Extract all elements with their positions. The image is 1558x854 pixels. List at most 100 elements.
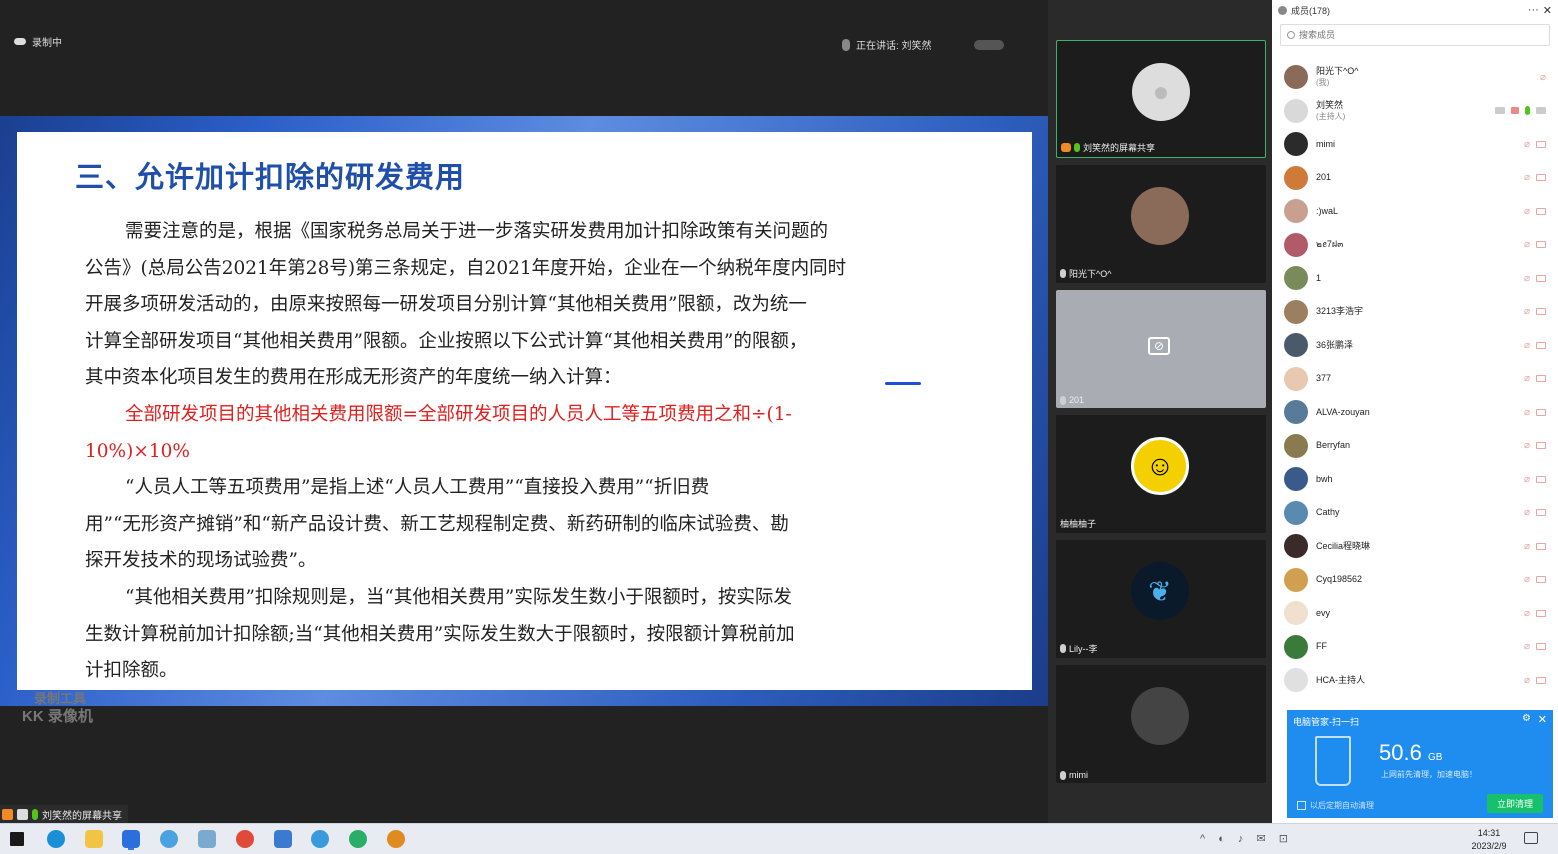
- member-status-icons: ⌀: [1524, 641, 1546, 652]
- mic-off-icon[interactable]: ⌀: [1524, 440, 1530, 451]
- mic-off-icon[interactable]: ⌀: [1524, 541, 1530, 552]
- member-row[interactable]: 36张鹏泽 ⌀: [1284, 330, 1550, 360]
- clean-now-button[interactable]: 立即清理: [1486, 794, 1543, 813]
- member-row[interactable]: 阳光下^O^ (我) ⌀: [1284, 62, 1550, 92]
- search-input[interactable]: [1299, 30, 1499, 40]
- mic-off-icon[interactable]: ⌀: [1524, 340, 1530, 351]
- meeting-app-icon[interactable]: [122, 830, 140, 848]
- member-row[interactable]: FF ⌀: [1284, 632, 1550, 662]
- smiley-avatar: ☺: [1131, 437, 1189, 495]
- mic-icon: [842, 38, 850, 51]
- camera-off-icon[interactable]: [1536, 609, 1546, 617]
- mic-off-icon[interactable]: ⌀: [1524, 474, 1530, 485]
- tile-label: 阳光下^O^: [1060, 267, 1111, 280]
- member-name: FF: [1316, 641, 1327, 651]
- member-name: Cyq198562: [1316, 574, 1363, 584]
- camera-off-icon[interactable]: [1536, 375, 1546, 382]
- app-icon[interactable]: [198, 830, 216, 848]
- member-status-icons: ⌀: [1524, 574, 1546, 585]
- member-row[interactable]: ALVA-zouyan ⌀: [1284, 397, 1550, 427]
- video-tile[interactable]: ❦ Lily--李: [1056, 540, 1266, 658]
- avatar: [1131, 187, 1189, 245]
- member-row[interactable]: Cecilia程晓琳 ⌀: [1284, 531, 1550, 561]
- chat-icon[interactable]: [311, 830, 329, 848]
- camera-off-icon[interactable]: [1536, 207, 1546, 215]
- camera-off-icon[interactable]: [1536, 408, 1546, 416]
- share-label-text: 刘笑然的屏幕共享: [42, 810, 122, 822]
- camera-off-icon[interactable]: [1536, 174, 1546, 181]
- camera-off-icon[interactable]: [1536, 643, 1546, 650]
- member-row[interactable]: HCA-主持人 ⌀: [1284, 665, 1550, 695]
- video-tile[interactable]: ● 刘笑然的屏幕共享: [1056, 40, 1266, 158]
- camera-off-icon[interactable]: [1536, 241, 1546, 248]
- video-tile[interactable]: mimi: [1056, 665, 1266, 783]
- mic-off-icon[interactable]: ⌀: [1524, 574, 1530, 585]
- mic-off-icon[interactable]: ⌀: [1524, 273, 1530, 284]
- recording-indicator[interactable]: 录制中: [14, 34, 62, 49]
- mic-off-icon[interactable]: ⌀: [1524, 641, 1530, 652]
- slide-body: 需要注意的是，根据《国家税务总局关于进一步落实研发费用加计扣除政策有关问题的 公…: [85, 214, 975, 690]
- file-explorer-icon[interactable]: [85, 830, 103, 848]
- mic-off-icon[interactable]: ⌀: [1524, 608, 1530, 619]
- slide-line: “其他相关费用”扣除规则是，当“其他相关费用”实际发生数小于限额时，按实际发: [125, 586, 792, 608]
- mic-off-icon[interactable]: ⌀: [1524, 373, 1530, 384]
- camera-off-icon[interactable]: [1536, 509, 1546, 516]
- member-name: Cecilia程晓琳: [1316, 540, 1371, 551]
- member-row[interactable]: 1 ⌀: [1284, 263, 1550, 293]
- video-tile[interactable]: ⊘ 201: [1056, 290, 1266, 408]
- system-tray[interactable]: ^ ◐ ♪ ✉ ⊡: [1200, 832, 1293, 845]
- member-row[interactable]: ๒ꫀ7ฝ๓ ⌀: [1284, 230, 1550, 260]
- member-row[interactable]: 201 ⌀: [1284, 163, 1550, 193]
- member-row[interactable]: :)waL ⌀: [1284, 196, 1550, 226]
- speaking-label: 正在讲话: 刘笑然: [856, 41, 932, 52]
- mic-off-icon[interactable]: ⌀: [1524, 407, 1530, 418]
- browser-icon[interactable]: [160, 830, 178, 848]
- close-panel-button[interactable]: ✕: [1543, 4, 1552, 17]
- mic-off-icon[interactable]: ⌀: [1524, 306, 1530, 317]
- video-tile[interactable]: 阳光下^O^: [1056, 165, 1266, 283]
- member-row[interactable]: 377 ⌀: [1284, 364, 1550, 394]
- mic-off-icon[interactable]: ⌀: [1524, 139, 1530, 150]
- windows-start-icon[interactable]: [10, 832, 24, 846]
- camera-off-icon[interactable]: [1536, 274, 1546, 282]
- auto-clean-checkbox[interactable]: 以后定期自动清理: [1297, 800, 1374, 811]
- panel-header: 成员(178) ··· ✕: [1272, 0, 1558, 20]
- member-row[interactable]: mimi ⌀: [1284, 129, 1550, 159]
- tile-label: 柚柚柚子: [1060, 519, 1097, 529]
- popup-message: 上网前先清理，加速电脑！: [1381, 770, 1477, 779]
- clock[interactable]: 14:31 2023/2/9: [1466, 827, 1512, 853]
- mic-off-icon[interactable]: ⌀: [1524, 239, 1530, 250]
- mic-off-icon[interactable]: ⌀: [1524, 507, 1530, 518]
- member-row[interactable]: 刘笑然 (主持人): [1284, 96, 1550, 126]
- recorder-icon[interactable]: [387, 830, 405, 848]
- camera-off-icon[interactable]: [1536, 576, 1546, 583]
- close-icon[interactable]: ✕: [1538, 713, 1547, 726]
- more-options-button[interactable]: ···: [1528, 4, 1539, 16]
- video-tile[interactable]: ☺ 柚柚柚子: [1056, 415, 1266, 533]
- camera-off-icon[interactable]: [1536, 308, 1546, 315]
- member-row[interactable]: 3213李浩宇 ⌀: [1284, 297, 1550, 327]
- notification-icon[interactable]: [1524, 832, 1538, 844]
- wechat-icon[interactable]: [349, 830, 367, 848]
- edge-icon[interactable]: [47, 830, 65, 848]
- chrome-icon[interactable]: [236, 830, 254, 848]
- mic-off-icon[interactable]: ⌀: [1524, 675, 1530, 686]
- mic-off-icon[interactable]: ⌀: [1540, 72, 1546, 83]
- member-row[interactable]: Cathy ⌀: [1284, 498, 1550, 528]
- camera-off-icon[interactable]: [1536, 475, 1546, 483]
- app-icon[interactable]: [274, 830, 292, 848]
- member-row[interactable]: evy ⌀: [1284, 598, 1550, 628]
- camera-off-icon[interactable]: [1536, 676, 1546, 684]
- camera-off-icon[interactable]: [1536, 140, 1546, 148]
- camera-off-icon[interactable]: [1536, 341, 1546, 349]
- member-row[interactable]: Cyq198562 ⌀: [1284, 565, 1550, 595]
- member-row[interactable]: bwh ⌀: [1284, 464, 1550, 494]
- camera-off-icon[interactable]: [1536, 442, 1546, 449]
- mic-off-icon[interactable]: ⌀: [1524, 172, 1530, 183]
- settings-icon[interactable]: ⚙: [1522, 713, 1531, 724]
- member-row[interactable]: Berryfan ⌀: [1284, 431, 1550, 461]
- member-search[interactable]: [1280, 24, 1550, 46]
- formula-line: 10%)×10%: [85, 440, 190, 462]
- camera-off-icon[interactable]: [1536, 542, 1546, 550]
- mic-off-icon[interactable]: ⌀: [1524, 206, 1530, 217]
